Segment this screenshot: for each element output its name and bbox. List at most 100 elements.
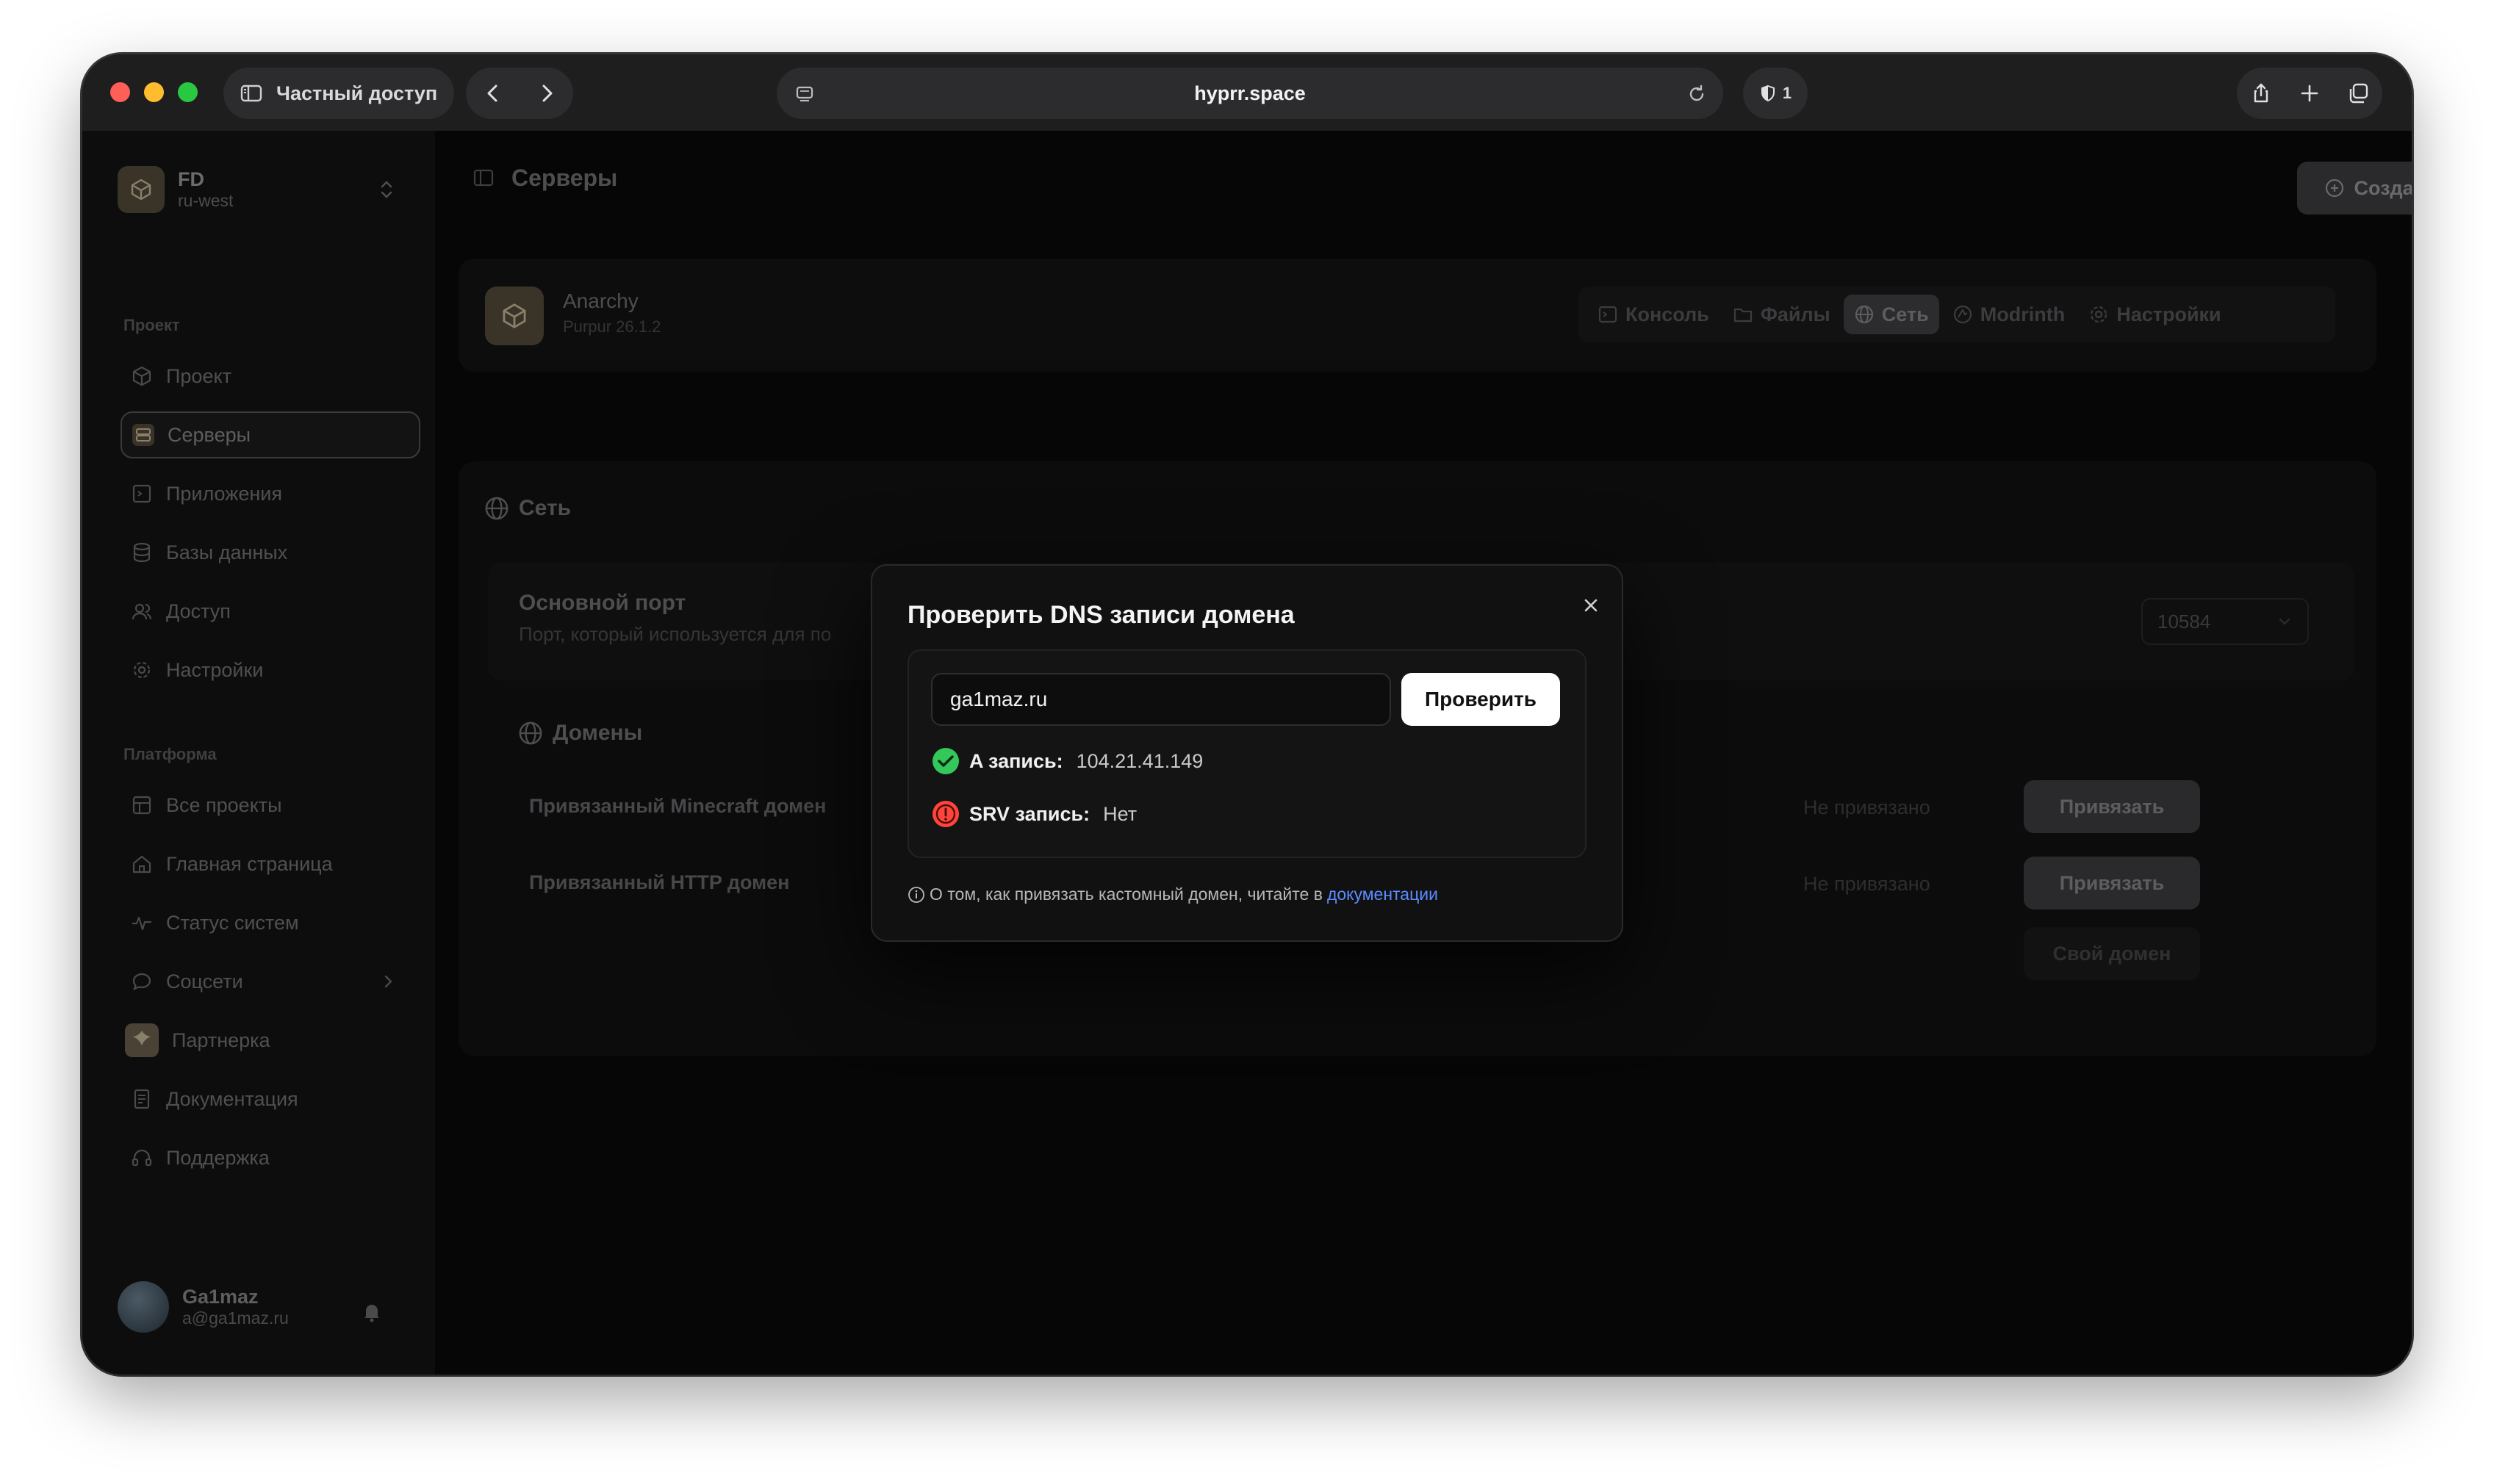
new-tab-icon[interactable] xyxy=(2298,82,2321,105)
sidebar-item-docs[interactable]: Документация xyxy=(121,1076,420,1123)
sidebar-item-label: Приложения xyxy=(166,482,282,505)
minimize-window-button[interactable] xyxy=(144,82,164,102)
chevron-updown-icon[interactable] xyxy=(378,178,395,201)
info-icon xyxy=(908,886,924,903)
dns-check-panel: Проверить A запись: 104.21.41.149 SRV за… xyxy=(908,649,1586,858)
server-name: Anarchy xyxy=(563,289,639,312)
bell-icon[interactable] xyxy=(360,1300,384,1324)
dialog-footer: О том, как привязать кастомный домен, чи… xyxy=(908,885,1438,904)
team-region: ru-west xyxy=(178,191,234,210)
network-title-text: Сеть xyxy=(519,496,572,520)
chevron-down-icon xyxy=(2279,618,2290,625)
dns-check-dialog: Проверить DNS записи домена Проверить A … xyxy=(871,564,1623,942)
sidebar-toggle-icon xyxy=(240,84,262,102)
sidebar-item-status[interactable]: Статус систем xyxy=(121,899,420,946)
modrinth-icon xyxy=(1953,305,1972,324)
port-select[interactable]: 10584 xyxy=(2141,598,2309,645)
sidebar-item-label: Проект xyxy=(166,364,231,387)
history-nav xyxy=(466,68,573,119)
private-browsing-button[interactable]: Частный доступ xyxy=(223,68,454,119)
globe-icon xyxy=(1855,305,1873,324)
section-label-project: Проект xyxy=(123,316,180,334)
reload-icon[interactable] xyxy=(1685,82,1708,106)
sidebar-item-access[interactable]: Доступ xyxy=(121,588,420,635)
server-tabs: Консоль Файлы Сеть Modrinth Настройки xyxy=(1578,287,2335,342)
sidebar-item-label: Все проекты xyxy=(166,793,282,816)
plus-circle-icon xyxy=(2326,179,2344,198)
create-button[interactable]: Создать xyxy=(2297,162,2412,215)
browser-actions xyxy=(2237,68,2382,119)
sidebar-item-label: Документация xyxy=(166,1087,298,1110)
sidebar-item-settings[interactable]: Настройки xyxy=(121,646,420,694)
user-menu[interactable]: Ga1maz a@ga1maz.ru xyxy=(118,1281,289,1333)
browser-window: Частный доступ hyprr.space 1 FD ru-west … xyxy=(82,54,2412,1375)
sidebar-item-apps[interactable]: Приложения xyxy=(121,470,420,517)
domains-title-text: Домены xyxy=(553,721,643,745)
bind-minecraft-domain-button[interactable]: Привязать xyxy=(2024,780,2200,833)
sidebar-item-support[interactable]: Поддержка xyxy=(121,1134,420,1181)
a-record-label: A запись: xyxy=(969,749,1063,772)
tab-label: Файлы xyxy=(1760,303,1830,325)
server-header-card: Anarchy Purpur 26.1.2 Консоль Файлы Сеть xyxy=(459,259,2376,372)
tab-console[interactable]: Консоль xyxy=(1587,295,1719,334)
back-icon[interactable] xyxy=(481,82,505,105)
tab-settings[interactable]: Настройки xyxy=(2078,295,2231,334)
app-sidebar: FD ru-west Проект Проект Серверы Приложе… xyxy=(82,131,435,1375)
sidebar-item-partner[interactable]: Партнерка xyxy=(121,1017,420,1064)
terminal-icon xyxy=(1598,306,1617,323)
sidebar-item-databases[interactable]: Базы данных xyxy=(121,529,420,576)
check-circle-icon xyxy=(932,748,959,774)
sidebar-toggle-icon[interactable] xyxy=(472,166,495,190)
footer-text: О том, как привязать кастомный домен, чи… xyxy=(930,885,1323,904)
zoom-window-button[interactable] xyxy=(178,82,198,102)
network-title: Сеть xyxy=(484,495,571,522)
srv-record-row: SRV запись: Нет xyxy=(931,799,1137,829)
sidebar-item-socials[interactable]: Соцсети xyxy=(121,958,420,1005)
domain-status: Не привязано xyxy=(1803,873,1930,895)
address-bar[interactable]: hyprr.space xyxy=(777,68,1723,119)
sidebar-item-label: Настройки xyxy=(166,658,264,681)
port-value: 10584 xyxy=(2157,610,2211,633)
gear-icon xyxy=(133,661,151,679)
sidebar-item-label: Базы данных xyxy=(166,541,288,563)
sidebar-item-label: Доступ xyxy=(166,599,231,622)
tab-network[interactable]: Сеть xyxy=(1843,295,1939,334)
a-record-value: 104.21.41.149 xyxy=(1076,749,1204,772)
error-circle-icon xyxy=(932,801,959,827)
sidebar-item-home[interactable]: Главная страница xyxy=(121,840,420,887)
tab-files[interactable]: Файлы xyxy=(1722,295,1841,334)
page-title: Серверы xyxy=(511,165,618,191)
forward-icon[interactable] xyxy=(535,82,558,105)
sidebar-item-project[interactable]: Проект xyxy=(121,353,420,400)
own-domain-button[interactable]: Свой домен xyxy=(2024,927,2200,980)
team-logo xyxy=(118,166,165,213)
team-switcher[interactable]: FD ru-west xyxy=(118,166,233,213)
cube-icon xyxy=(132,366,151,386)
bind-http-domain-button[interactable]: Привязать xyxy=(2024,857,2200,910)
sidebar-item-label: Статус систем xyxy=(166,911,299,934)
domains-title: Домены xyxy=(517,720,642,746)
a-record-row: A запись: 104.21.41.149 xyxy=(931,746,1203,776)
documentation-link[interactable]: документации xyxy=(1327,885,1438,904)
home-icon xyxy=(132,855,151,874)
port-description: Порт, который используется для по xyxy=(519,623,832,645)
user-name: Ga1maz xyxy=(182,1286,259,1308)
close-window-button[interactable] xyxy=(110,82,130,102)
domain-input[interactable] xyxy=(931,673,1391,726)
tab-overview-icon[interactable] xyxy=(2346,82,2370,105)
privacy-report-button[interactable]: 1 xyxy=(1743,68,1808,119)
shield-icon xyxy=(1761,84,1775,102)
partner-icon xyxy=(125,1023,159,1057)
tab-modrinth[interactable]: Modrinth xyxy=(1942,295,2075,334)
page-menu-icon[interactable] xyxy=(793,82,816,106)
chevron-right-icon xyxy=(384,975,392,988)
sidebar-item-servers[interactable]: Серверы xyxy=(121,411,420,458)
sidebar-item-all-projects[interactable]: Все проекты xyxy=(121,782,420,829)
share-icon[interactable] xyxy=(2249,82,2273,105)
sidebar-item-label: Партнерка xyxy=(172,1029,270,1051)
check-dns-button[interactable]: Проверить xyxy=(1401,673,1560,726)
close-dialog-button[interactable] xyxy=(1576,591,1606,620)
app-icon xyxy=(132,484,151,503)
page-header: Серверы Создать xyxy=(435,131,2412,234)
tab-label: Консоль xyxy=(1625,303,1709,325)
